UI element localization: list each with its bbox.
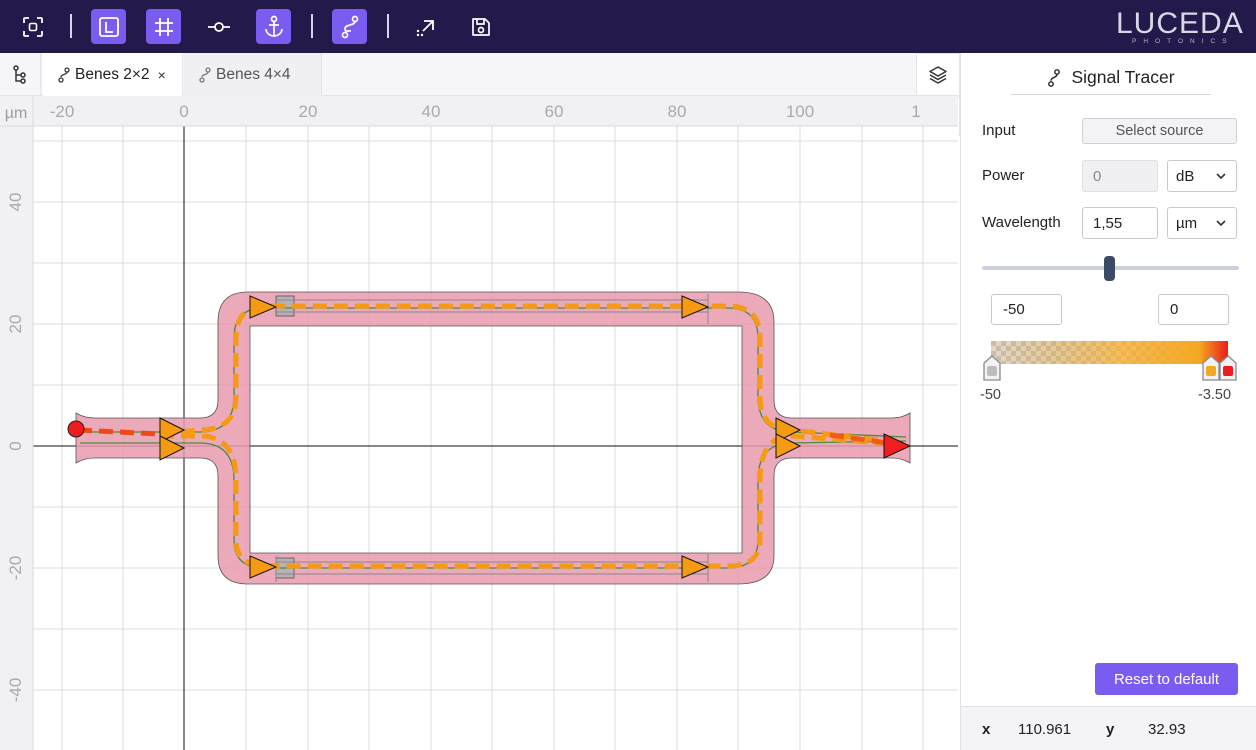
logo-text: LUCEDA <box>1116 7 1244 40</box>
toolbar-divider <box>70 14 72 38</box>
x-tick-label: 20 <box>299 102 318 121</box>
layout-view[interactable]: µm -20 0 20 40 60 80 100 1 40 20 0 -20 -… <box>0 96 958 750</box>
tab-benes-2x2[interactable]: Benes 2×2 × <box>43 53 183 96</box>
wavelength-label: Wavelength <box>982 214 1061 231</box>
top-toolbar: LUCEDA PHOTONICS <box>0 0 1256 53</box>
save-icon <box>471 17 490 36</box>
top-ruler <box>0 96 958 126</box>
close-icon[interactable]: × <box>158 67 166 83</box>
x-tick-label: -20 <box>50 102 75 121</box>
wavelength-unit-select[interactable]: µm <box>1167 207 1237 239</box>
signal-tracer-icon <box>341 15 358 38</box>
signal-tracer-icon <box>1047 68 1061 87</box>
x-tick-label: 100 <box>786 102 814 121</box>
x-tick-label: 80 <box>668 102 687 121</box>
unit-label: µm <box>5 105 28 122</box>
wavelength-unit-value: µm <box>1176 214 1198 232</box>
tab-bar: Benes 2×2 × Benes 4×4 <box>0 53 916 96</box>
layout-canvas[interactable]: µm -20 0 20 40 60 80 100 1 40 20 0 -20 -… <box>0 96 958 750</box>
power-unit-select[interactable]: dB <box>1167 160 1237 192</box>
chevron-down-icon <box>1216 220 1226 227</box>
source-point[interactable] <box>67 420 85 438</box>
signal-tracer-button[interactable] <box>332 9 367 44</box>
left-ruler <box>0 126 33 750</box>
layers-icon <box>929 65 947 84</box>
logo-subtext: PHOTONICS <box>1132 38 1234 45</box>
y-tick-label: -20 <box>6 556 25 581</box>
x-tick-label: 1 <box>911 102 920 121</box>
x-coord-label: x <box>982 721 991 738</box>
power-unit-value: dB <box>1176 167 1195 185</box>
port-markers <box>275 295 295 579</box>
export-icon <box>416 19 434 36</box>
y-coord-label: y <box>1106 721 1115 738</box>
x-coord-value: 110.961 <box>1018 721 1072 738</box>
y-tick-label: 40 <box>6 193 25 212</box>
power-input[interactable]: 0 <box>1082 160 1158 192</box>
grid-button[interactable] <box>146 9 181 44</box>
port-icon <box>207 21 230 32</box>
benes-circuit[interactable] <box>67 291 912 585</box>
y-tick-label: 20 <box>6 315 25 334</box>
toolbar-divider <box>387 14 389 38</box>
scale-min-handle[interactable] <box>982 355 1002 381</box>
color-scale-bar <box>991 341 1228 364</box>
x-tick-label: 0 <box>179 102 188 121</box>
y-tick-label: -40 <box>6 678 25 703</box>
wavelength-input[interactable]: 1,55 <box>1082 207 1158 239</box>
y-coord-value: 32.93 <box>1148 721 1186 738</box>
circuit-icon <box>58 66 70 83</box>
input-label: Input <box>982 122 1016 139</box>
layer-L-icon <box>98 16 119 37</box>
hierarchy-button[interactable] <box>0 53 41 95</box>
export-button[interactable] <box>408 9 443 44</box>
layers-button[interactable] <box>916 53 960 96</box>
circuit-icon <box>199 66 211 83</box>
reset-default-button[interactable]: Reset to default <box>1095 663 1238 695</box>
scale-min-label: -50 <box>980 387 1001 403</box>
wavelength-slider-thumb[interactable] <box>1104 256 1115 281</box>
tab-label: Benes 2×2 <box>75 65 150 83</box>
x-tick-label: 60 <box>545 102 564 121</box>
port-button[interactable] <box>201 9 236 44</box>
tab-label: Benes 4×4 <box>216 65 291 83</box>
scale-max-handle[interactable] <box>1218 355 1238 381</box>
fit-view-icon <box>22 16 43 37</box>
layer-L-button[interactable] <box>91 9 126 44</box>
luceda-logo: LUCEDA PHOTONICS <box>1116 7 1244 46</box>
anchor-button[interactable] <box>256 9 291 44</box>
fit-view-button[interactable] <box>15 9 50 44</box>
range-min-input[interactable]: -50 <box>991 294 1062 325</box>
hierarchy-icon <box>13 65 26 84</box>
panel-title: Signal Tracer <box>1071 67 1175 87</box>
cursor-coordinates: x 110.961 y 32.93 <box>961 706 1256 750</box>
tab-benes-4x4[interactable]: Benes 4×4 <box>184 53 322 96</box>
scale-max-label: -3.50 <box>1198 387 1232 403</box>
x-tick-label: 40 <box>422 102 441 121</box>
signal-tracer-panel: Signal Tracer Input Select source Power … <box>960 53 1256 750</box>
range-max-input[interactable]: 0 <box>1158 294 1229 325</box>
chevron-down-icon <box>1216 173 1226 180</box>
y-tick-label: 0 <box>6 441 25 450</box>
save-button[interactable] <box>463 9 498 44</box>
panel-header: Signal Tracer <box>1011 63 1211 95</box>
grid-icon <box>154 17 173 36</box>
toolbar-divider <box>311 14 313 38</box>
select-source-button[interactable]: Select source <box>1082 118 1237 144</box>
power-label: Power <box>982 167 1025 184</box>
anchor-icon <box>264 15 283 37</box>
